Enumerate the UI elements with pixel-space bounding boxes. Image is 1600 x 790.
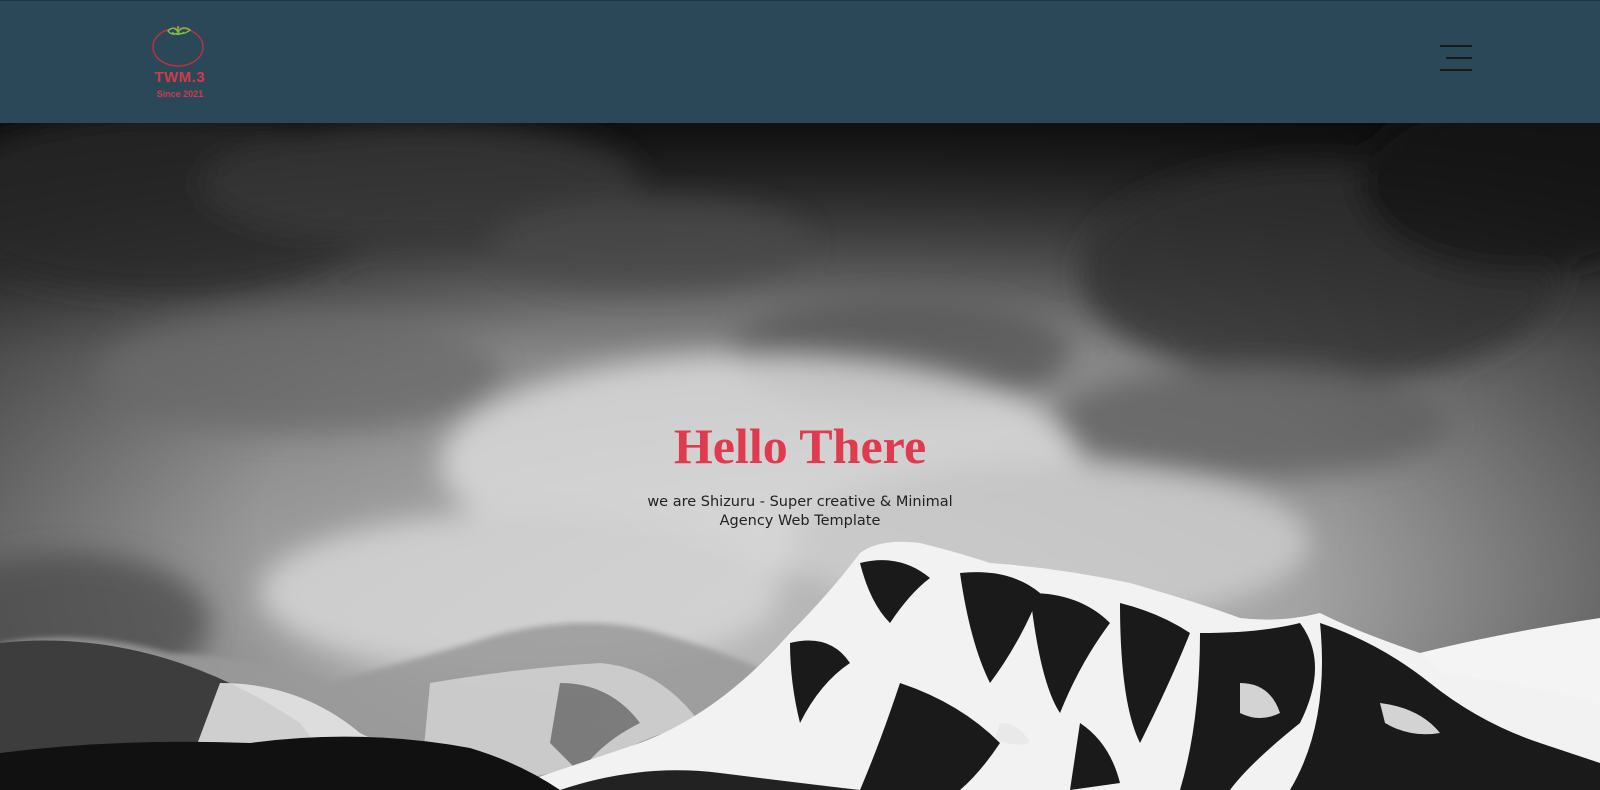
menu-bar-bottom xyxy=(1440,69,1472,71)
hero-title: Hello There xyxy=(673,418,927,474)
menu-bar-top xyxy=(1440,45,1472,47)
tomato-icon xyxy=(152,26,204,67)
logo-tagline: Since 2021 xyxy=(156,89,204,99)
hamburger-menu-icon[interactable] xyxy=(1432,43,1472,73)
hero-subtitle: we are Shizuru - Super creative & Minima… xyxy=(647,494,953,529)
site-header: TWM.3 Since 2021 xyxy=(0,0,1600,123)
site-logo[interactable]: TWM.3 Since 2021 xyxy=(148,23,212,101)
logo-wordmark: TWM.3 xyxy=(154,69,206,86)
menu-bar-middle xyxy=(1446,57,1472,59)
hero-section: Hello There we are Shizuru - Super creat… xyxy=(0,123,1600,790)
